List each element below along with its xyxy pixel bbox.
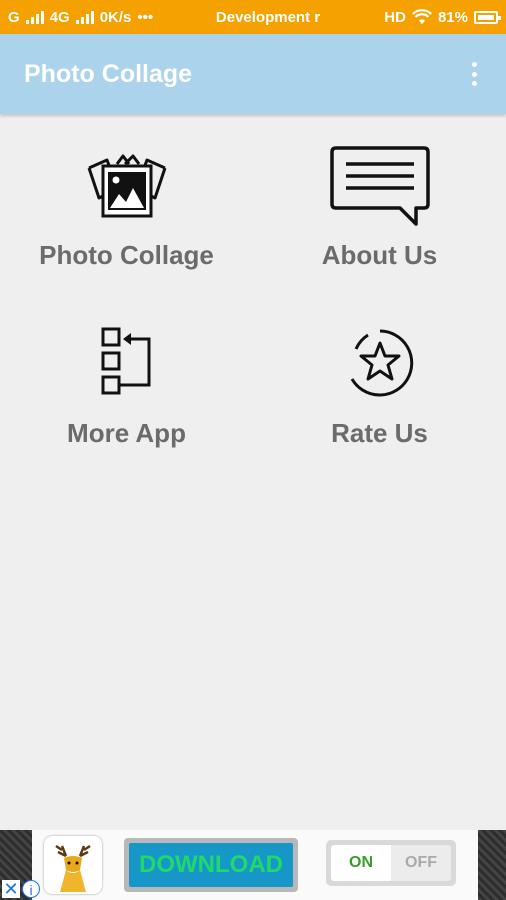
photo-collage-label: Photo Collage (39, 240, 214, 270)
toggle-on[interactable]: ON (331, 845, 391, 881)
ad-info-icon[interactable]: i (22, 880, 40, 898)
more-notifications: ••• (137, 8, 154, 26)
star-icon (325, 318, 435, 408)
rate-us-tile[interactable]: Rate Us (253, 318, 506, 488)
signal-2-icon (75, 10, 94, 24)
on-off-toggle[interactable]: ON OFF (326, 840, 456, 886)
overflow-menu-icon[interactable] (466, 60, 482, 88)
notification-text: Development r (215, 8, 321, 26)
more-app-tile[interactable]: More App (0, 318, 253, 488)
more-app-label: More App (67, 418, 186, 448)
rate-us-label: Rate Us (331, 418, 428, 448)
photo-collage-icon (72, 140, 182, 230)
ad-close-icon[interactable]: ✕ (2, 880, 20, 898)
status-bar: G 4G 0K/s ••• Development r HD 81% (0, 0, 506, 34)
network-type: 4G (49, 8, 70, 26)
status-left: G 4G 0K/s ••• (8, 9, 198, 26)
ad-content[interactable]: DOWNLOAD ON OFF (32, 830, 478, 900)
ad-banner[interactable]: DOWNLOAD ON OFF ✕ i (0, 830, 506, 900)
battery-percent: 81% (437, 8, 468, 26)
signal-icon (25, 10, 44, 24)
app-bar: Photo Collage (0, 34, 506, 114)
status-right: HD 81% (338, 8, 501, 26)
network-speed: 0K/s (99, 8, 132, 26)
more-apps-icon (72, 318, 182, 408)
carrier-label: G (8, 8, 20, 26)
about-us-label: About Us (321, 240, 438, 270)
about-us-tile[interactable]: About Us (253, 140, 506, 310)
photo-collage-tile[interactable]: Photo Collage (0, 140, 253, 310)
battery-icon (474, 10, 501, 24)
chat-bubble-icon (325, 140, 435, 230)
ad-edge-right (474, 830, 506, 900)
wifi-icon (411, 9, 432, 24)
deer-logo-icon (44, 836, 102, 894)
toggle-off[interactable]: OFF (391, 845, 451, 881)
download-label: DOWNLOAD (129, 843, 293, 887)
download-button[interactable]: DOWNLOAD (124, 838, 298, 892)
app-title: Photo Collage (24, 59, 193, 88)
hd-label: HD (384, 8, 406, 26)
